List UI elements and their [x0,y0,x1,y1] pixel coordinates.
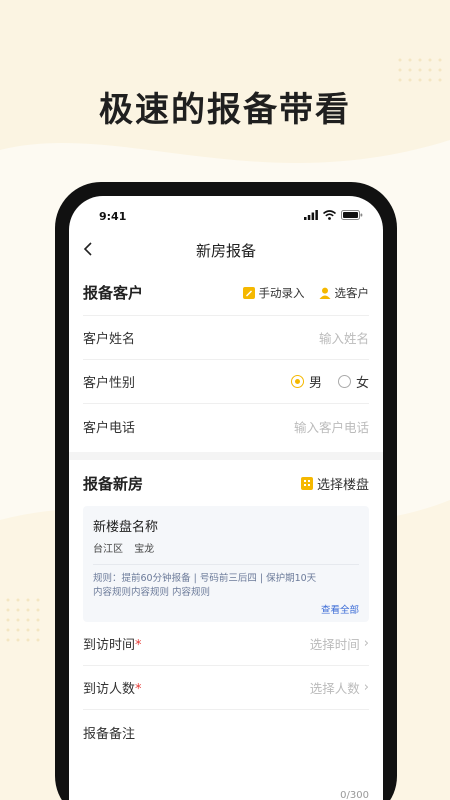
remark-row: 报备备注 [83,710,369,754]
customer-name-label: 客户姓名 [83,332,136,347]
view-all-link[interactable]: 查看全部 [321,602,359,616]
visit-count-picker[interactable]: 选择人数 [310,678,360,697]
select-property-button[interactable]: 选择楼盘 [300,474,369,493]
property-rule-line: 内容规则内容规则 内容规则 [93,587,211,598]
property-location: 台江区 宝龙 [93,540,162,555]
page-title: 新房报备 [195,241,256,260]
select-property-label: 选择楼盘 [316,477,369,493]
radio-unchecked-icon [337,375,351,388]
battery-icon [341,210,363,220]
gender-female-radio[interactable]: 女 [337,372,369,391]
promo-headline: 极速的报备带看 [99,90,351,130]
property-card[interactable]: 新楼盘名称 台江区 宝龙 规则：提前60分钟报备 | 号码前三后四 | 保护期1… [83,506,369,622]
property-rules: 规则：提前60分钟报备 | 号码前三后四 | 保护期10天 内容规则内容规则 内… [93,572,359,600]
phone-frame: 9:41 新房报备 报备客户 手动录入 选客户 客户姓名 输入姓名 客户性别 男… [55,182,397,800]
section-divider [69,452,383,460]
required-mark: * [135,682,142,697]
status-icons [304,210,363,220]
remark-label: 报备备注 [83,726,136,742]
visit-count-row[interactable]: 到访人数* 选择人数 › [83,666,369,710]
select-customer-label: 选客户 [334,285,370,300]
customer-gender-row: 客户性别 男 女 [83,360,369,404]
customer-section-title: 报备客户 [83,284,144,302]
property-name: 新楼盘名称 [93,520,159,535]
property-section-title: 报备新房 [83,474,144,493]
customer-name-input[interactable]: 输入姓名 [319,328,369,347]
visit-time-picker[interactable]: 选择时间 [310,634,360,653]
property-district: 台江区 [93,544,123,555]
visit-time-row[interactable]: 到访时间* 选择时间 › [83,622,369,666]
manual-entry-label: 手动录入 [258,285,305,300]
property-section-header: 报备新房 选择楼盘 [83,460,369,506]
customer-name-row[interactable]: 客户姓名 输入姓名 [83,316,369,360]
customer-section-header: 报备客户 手动录入 选客户 [83,270,369,316]
gender-male-label: 男 [308,376,322,391]
chevron-right-icon: › [363,680,369,695]
gender-female-label: 女 [355,376,369,391]
property-rule-line: 规则：提前60分钟报备 | 号码前三后四 | 保护期10天 [93,573,317,584]
gender-male-radio[interactable]: 男 [290,372,322,391]
required-mark: * [135,638,142,653]
back-arrow-icon[interactable] [79,239,99,259]
edit-icon [242,286,255,299]
customer-phone-row[interactable]: 客户电话 输入客户电话 [83,404,369,448]
manual-entry-button[interactable]: 手动录入 [242,285,305,301]
visit-count-label: 到访人数* [83,682,142,697]
chevron-right-icon: › [363,636,369,651]
customer-phone-input[interactable]: 输入客户电话 [294,417,369,436]
customer-gender-label: 客户性别 [83,376,136,391]
remark-textarea[interactable] [83,756,369,786]
property-area: 宝龙 [134,544,155,555]
visit-time-label: 到访时间* [83,638,142,653]
nav-bar: 新房报备 [69,230,383,270]
phone-screen: 9:41 新房报备 报备客户 手动录入 选客户 客户姓名 输入姓名 客户性别 男… [69,196,383,800]
status-bar: 9:41 [69,196,383,230]
radio-checked-icon [290,375,304,388]
remark-char-counter: 0/300 [340,790,369,800]
signal-icon [304,210,318,220]
building-icon [300,476,313,490]
person-icon [319,287,330,299]
status-time: 9:41 [99,210,127,223]
card-divider [93,564,359,565]
customer-phone-label: 客户电话 [83,420,136,436]
wifi-icon [323,210,336,220]
select-customer-button[interactable]: 选客户 [319,285,370,301]
